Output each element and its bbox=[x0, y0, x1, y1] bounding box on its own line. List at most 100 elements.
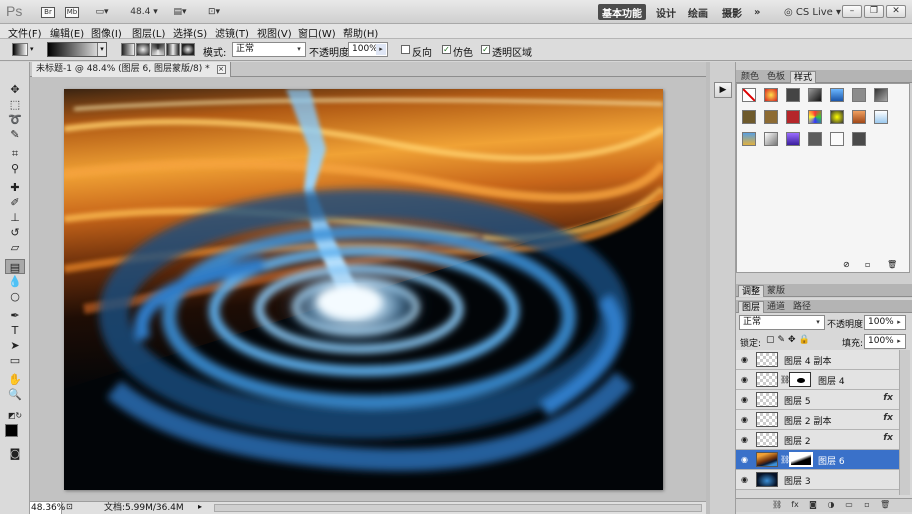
tab-channels[interactable]: 通道 bbox=[764, 301, 788, 313]
menu-filter[interactable]: 滤镜(T) bbox=[215, 25, 249, 40]
menu-window[interactable]: 窗口(W) bbox=[298, 25, 336, 40]
layer-row[interactable]: ◉ 图层 2 fx bbox=[736, 430, 899, 450]
dither-checkbox[interactable]: ✓ bbox=[442, 45, 451, 54]
tool-preset-picker[interactable] bbox=[12, 43, 28, 56]
style-swatch[interactable] bbox=[764, 88, 778, 102]
document-canvas[interactable] bbox=[64, 89, 663, 490]
tab-adjustments[interactable]: 调整 bbox=[738, 285, 765, 297]
angle-gradient-button[interactable] bbox=[151, 43, 165, 56]
swap-colors-icon[interactable]: ◩↻ bbox=[5, 408, 25, 423]
blur-tool-icon[interactable]: 💧 bbox=[5, 274, 25, 289]
brush-tool-icon[interactable]: ✐ bbox=[5, 195, 25, 210]
style-swatch[interactable] bbox=[852, 110, 866, 124]
menu-image[interactable]: 图像(I) bbox=[91, 25, 122, 40]
path-selection-tool-icon[interactable]: ➤ bbox=[5, 338, 25, 353]
menu-layer[interactable]: 图层(L) bbox=[132, 25, 165, 40]
clear-style-icon[interactable]: ⊘ bbox=[843, 260, 850, 269]
more-workspaces-button[interactable]: » bbox=[750, 4, 764, 20]
adjustment-layer-icon[interactable]: ◑ bbox=[826, 500, 836, 510]
tab-color[interactable]: 颜色 bbox=[738, 71, 762, 83]
visibility-eye-icon[interactable]: ◉ bbox=[740, 415, 749, 424]
menu-edit[interactable]: 编辑(E) bbox=[50, 25, 84, 40]
tab-paths[interactable]: 路径 bbox=[790, 301, 814, 313]
menu-select[interactable]: 选择(S) bbox=[173, 25, 207, 40]
visibility-eye-icon[interactable]: ◉ bbox=[740, 475, 749, 484]
shape-tool-icon[interactable]: ▭ bbox=[5, 353, 25, 368]
workspace-painting[interactable]: 绘画 bbox=[684, 4, 712, 20]
style-swatch[interactable] bbox=[830, 88, 844, 102]
canvas-horizontal-scrollbar[interactable] bbox=[214, 504, 702, 512]
layer-effects-icon[interactable]: fx bbox=[883, 393, 893, 403]
visibility-eye-icon[interactable]: ◉ bbox=[740, 395, 749, 404]
add-layer-style-icon[interactable]: fx bbox=[790, 500, 800, 510]
blend-mode-select[interactable]: 正常 ▾ bbox=[739, 315, 825, 330]
foreground-color-swatch[interactable] bbox=[5, 424, 18, 437]
layer-row[interactable]: ◉ 图层 2 副本 fx bbox=[736, 410, 899, 430]
visibility-eye-icon[interactable]: ◉ bbox=[740, 355, 749, 364]
zoom-tool-icon[interactable]: 🔍 bbox=[5, 387, 25, 402]
layer-row[interactable]: ◉ 图层 3 bbox=[736, 470, 899, 490]
style-swatch[interactable] bbox=[852, 132, 866, 146]
view-extras-button[interactable]: ▭▾ bbox=[90, 4, 114, 20]
fill-input[interactable]: 100% ▸ bbox=[864, 334, 906, 349]
style-swatch[interactable] bbox=[764, 110, 778, 124]
quick-select-tool-icon[interactable]: ✎ bbox=[5, 127, 25, 142]
tab-layers[interactable]: 图层 bbox=[738, 301, 765, 313]
eraser-tool-icon[interactable]: ▱ bbox=[5, 240, 25, 255]
style-swatch[interactable] bbox=[874, 88, 888, 102]
menu-view[interactable]: 视图(V) bbox=[257, 25, 292, 40]
delete-style-icon[interactable]: 🗑 bbox=[887, 260, 897, 269]
new-layer-icon[interactable]: ▫ bbox=[862, 500, 872, 510]
style-swatch[interactable] bbox=[808, 110, 822, 124]
workspace-design[interactable]: 设计 bbox=[652, 4, 680, 20]
style-swatch[interactable] bbox=[874, 110, 888, 124]
tab-masks[interactable]: 蒙版 bbox=[764, 285, 788, 297]
style-swatch[interactable] bbox=[830, 110, 844, 124]
cs-live-button[interactable]: ◎ CS Live ▾ bbox=[780, 4, 845, 20]
tab-swatches[interactable]: 色板 bbox=[764, 71, 788, 83]
screen-mode-button[interactable]: ⊡▾ bbox=[202, 4, 226, 20]
layer-mask-thumbnail[interactable] bbox=[789, 372, 811, 387]
layers-scrollbar[interactable] bbox=[899, 350, 910, 495]
eyedropper-tool-icon[interactable]: ⚲ bbox=[5, 161, 25, 176]
reflected-gradient-button[interactable] bbox=[166, 43, 180, 56]
radial-gradient-button[interactable] bbox=[136, 43, 150, 56]
pen-tool-icon[interactable]: ✒ bbox=[5, 308, 25, 323]
mode-select[interactable]: 正常 ▾ bbox=[232, 42, 306, 57]
minimize-button[interactable]: – bbox=[842, 5, 862, 18]
move-tool-icon[interactable]: ✥ bbox=[5, 82, 25, 97]
layer-row-selected[interactable]: ◉ ⛓ 图层 6 bbox=[736, 450, 899, 470]
restore-button[interactable]: ❐ bbox=[864, 5, 884, 18]
workspace-photography[interactable]: 摄影 bbox=[718, 4, 746, 20]
menu-help[interactable]: 帮助(H) bbox=[343, 25, 378, 40]
type-tool-icon[interactable]: T bbox=[5, 323, 25, 338]
layer-row[interactable]: ◉ 图层 4 副本 bbox=[736, 350, 899, 370]
zoom-field[interactable]: 48.36% bbox=[30, 502, 65, 514]
style-swatch-none[interactable] bbox=[742, 88, 756, 102]
layer-row[interactable]: ◉ ⛓ 图层 4 bbox=[736, 370, 899, 390]
visibility-eye-icon[interactable]: ◉ bbox=[740, 375, 749, 384]
arrange-documents-button[interactable]: ▤▾ bbox=[168, 4, 192, 20]
close-document-icon[interactable]: × bbox=[216, 65, 226, 74]
layer-opacity-input[interactable]: 100% ▸ bbox=[864, 315, 906, 330]
link-layers-icon[interactable]: ⛓ bbox=[772, 500, 782, 510]
expand-panels-icon[interactable]: ▶ bbox=[714, 82, 732, 98]
style-swatch[interactable] bbox=[852, 88, 866, 102]
status-preview-icon[interactable]: ⊡ bbox=[66, 502, 73, 511]
style-swatch[interactable] bbox=[786, 132, 800, 146]
diamond-gradient-button[interactable] bbox=[181, 43, 195, 56]
crop-tool-icon[interactable]: ⌗ bbox=[5, 146, 25, 161]
style-swatch[interactable] bbox=[830, 132, 844, 146]
quick-mask-icon[interactable]: ◙ bbox=[5, 446, 25, 461]
style-swatch[interactable] bbox=[786, 88, 800, 102]
zoom-level-dropdown[interactable]: 48.4 ▾ bbox=[128, 4, 160, 20]
gradient-tool-icon[interactable]: ▤ bbox=[5, 259, 25, 274]
linear-gradient-button[interactable] bbox=[121, 43, 135, 56]
hand-tool-icon[interactable]: ✋ bbox=[5, 372, 25, 387]
marquee-tool-icon[interactable]: ⬚ bbox=[5, 97, 25, 112]
bridge-button[interactable]: Br bbox=[40, 4, 56, 20]
reverse-checkbox[interactable] bbox=[401, 45, 410, 54]
clone-stamp-tool-icon[interactable]: ⊥ bbox=[5, 210, 25, 225]
close-button[interactable]: ✕ bbox=[886, 5, 906, 18]
style-swatch[interactable] bbox=[808, 88, 822, 102]
